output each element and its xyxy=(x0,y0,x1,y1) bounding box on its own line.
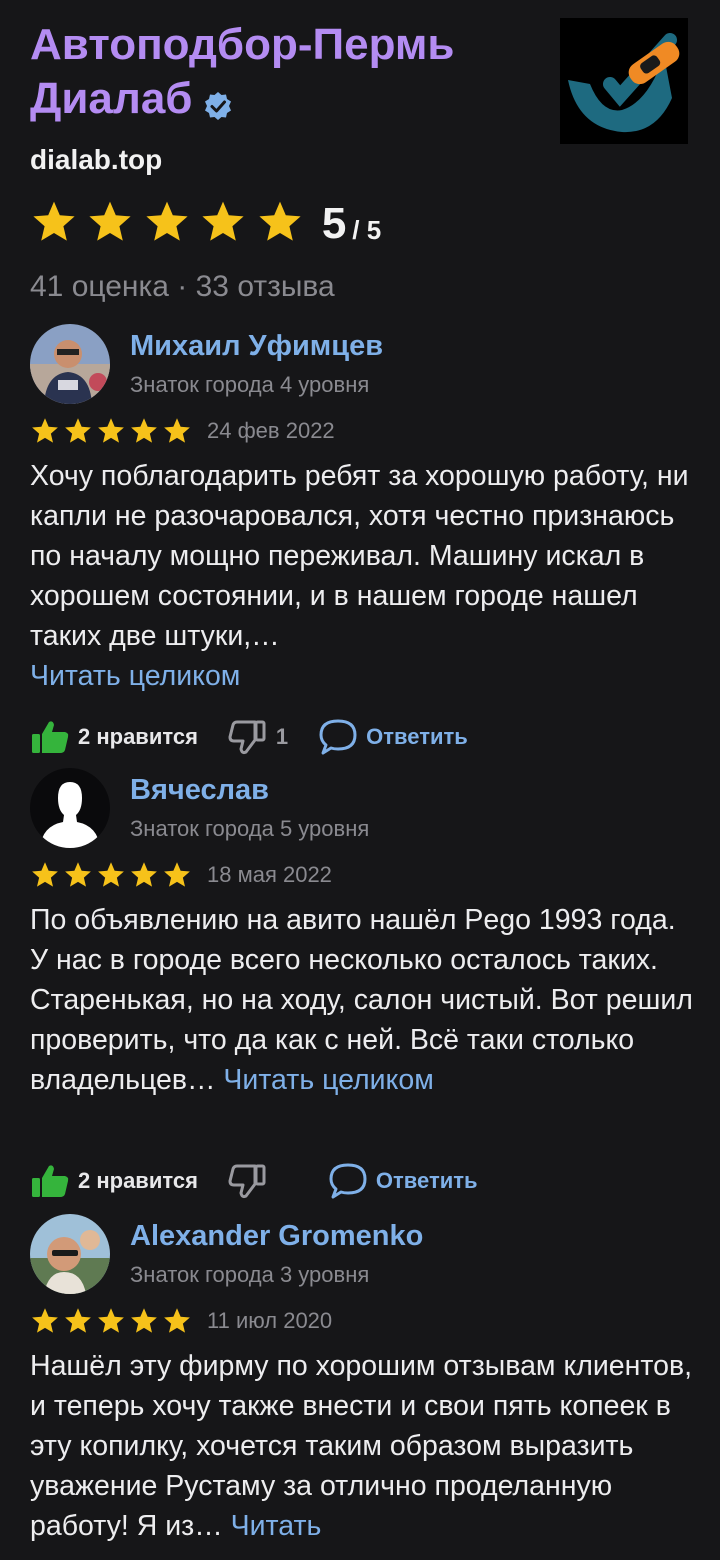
business-website-link[interactable]: dialab.top xyxy=(30,144,162,176)
review-text: Нашёл эту фирму по хорошим отзывам клиен… xyxy=(30,1346,700,1546)
business-stars xyxy=(30,198,308,251)
reply-button[interactable]: Ответить xyxy=(328,1162,478,1200)
star-icon xyxy=(65,1308,91,1333)
review-body: Нашёл эту фирму по хорошим отзывам клиен… xyxy=(30,1350,693,1542)
review-actions: 2 нравится 1 Ответить xyxy=(30,718,498,756)
star-icon xyxy=(146,201,188,241)
star-icon xyxy=(131,418,157,443)
review-date: 11 июл 2020 xyxy=(207,1308,333,1333)
star-icon xyxy=(65,418,91,443)
business-name-line1: Автоподбор-Пермь xyxy=(30,20,455,69)
thumbs-up-icon xyxy=(32,1165,69,1197)
review-author[interactable]: Михаил Уфимцев xyxy=(130,330,383,363)
author-level: Знаток города 3 уровня xyxy=(130,1262,370,1287)
author-level: Знаток города 4 уровня xyxy=(130,372,370,397)
review-date: 24 фев 2022 xyxy=(207,418,335,443)
like-count: 2 нравится xyxy=(78,1168,198,1193)
like-button[interactable]: 2 нравится xyxy=(30,1163,198,1199)
review-date: 18 мая 2022 xyxy=(207,862,332,887)
like-button[interactable]: 2 нравится xyxy=(30,719,198,755)
reply-button[interactable]: Ответить xyxy=(318,718,468,756)
review-author[interactable]: Alexander Gromenko xyxy=(130,1220,423,1253)
review-text: Хочу поблагодарить ребят за хорошую рабо… xyxy=(30,456,700,696)
star-icon xyxy=(202,201,244,241)
review-stars: 18 мая 2022 xyxy=(30,860,332,890)
star-icon xyxy=(65,862,91,887)
review-author[interactable]: Вячеслав xyxy=(130,774,269,807)
ratings-reviews-count[interactable]: 41 оценка · 33 отзыва xyxy=(30,270,335,304)
avatar[interactable] xyxy=(30,768,110,848)
thumbs-down-icon xyxy=(228,1164,266,1199)
review-stars: 11 июл 2020 xyxy=(30,1306,332,1336)
author-level: Знаток города 5 уровня xyxy=(130,816,370,841)
star-icon xyxy=(98,418,124,443)
business-header: Автоподбор-Пермь Диалаб dialab.top 5 / 5… xyxy=(30,18,690,303)
star-icon xyxy=(98,1308,124,1333)
business-name-line2: Диалаб xyxy=(30,74,193,123)
reply-label: Ответить xyxy=(375,1168,478,1193)
star-icon xyxy=(164,418,190,443)
verified-check-icon xyxy=(202,81,234,121)
star-icon xyxy=(259,201,301,241)
read-more-link[interactable]: Читать целиком xyxy=(223,1064,433,1096)
reply-label: Ответить xyxy=(366,724,468,749)
business-logo[interactable] xyxy=(560,18,688,144)
business-title: Автоподбор-Пермь Диалаб xyxy=(30,18,550,126)
rating-max: / 5 xyxy=(352,214,382,245)
star-icon xyxy=(131,1308,157,1333)
star-icon xyxy=(32,862,58,887)
review-stars: 24 фев 2022 xyxy=(30,416,335,446)
thumbs-down-icon xyxy=(228,720,266,755)
review-text: По объявлению на авито нашёл Pego 1993 г… xyxy=(30,900,700,1100)
read-more-link[interactable]: Читать xyxy=(231,1510,322,1542)
speech-bubble-icon xyxy=(319,719,357,755)
dislike-button[interactable]: 1 xyxy=(228,719,288,755)
avatar[interactable] xyxy=(30,324,110,404)
rating-value: 5 xyxy=(321,199,347,248)
star-icon xyxy=(164,1308,190,1333)
star-icon xyxy=(32,1308,58,1333)
star-icon xyxy=(89,201,132,241)
read-more-link[interactable]: Читать целиком xyxy=(30,660,240,692)
star-icon xyxy=(32,418,58,443)
star-icon xyxy=(98,862,124,887)
like-count: 2 нравится xyxy=(78,724,198,749)
review-body: Хочу поблагодарить ребят за хорошую рабо… xyxy=(30,460,689,652)
avatar[interactable] xyxy=(30,1214,110,1294)
dislike-button[interactable] xyxy=(228,1163,276,1199)
thumbs-up-icon xyxy=(32,721,69,753)
review-actions: 2 нравится Ответить xyxy=(30,1162,508,1200)
star-icon xyxy=(164,862,190,887)
speech-bubble-icon xyxy=(329,1163,367,1199)
business-rating: 5 / 5 xyxy=(30,194,381,254)
star-icon xyxy=(33,201,75,241)
star-icon xyxy=(131,862,157,887)
dislike-count: 1 xyxy=(275,724,289,749)
